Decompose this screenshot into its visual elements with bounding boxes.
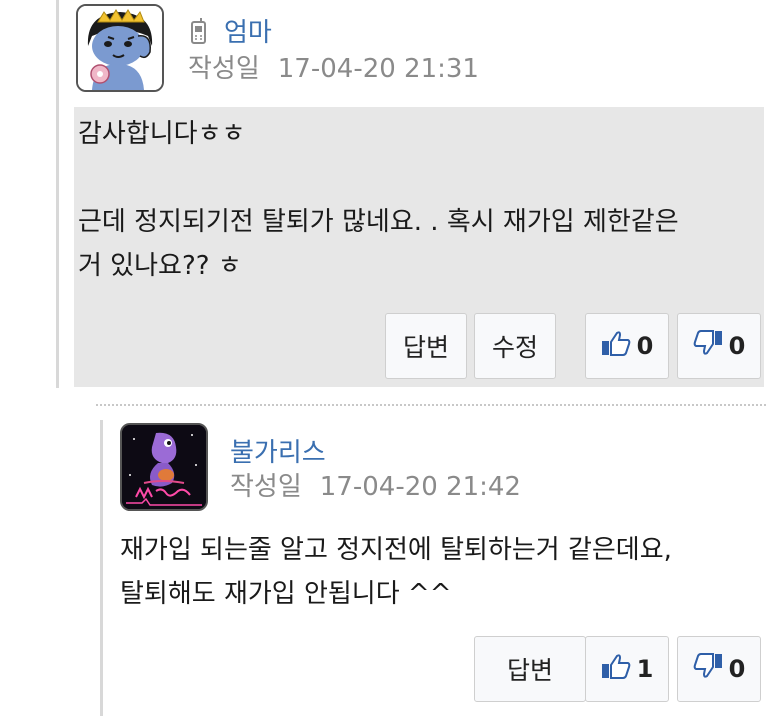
edit-button-label: 수정: [491, 333, 538, 362]
comment-line: 재가입 되는줄 알고 정지전에 탈퇴하는거 같은데요,: [120, 535, 672, 565]
date-label: 작성일: [188, 54, 260, 84]
reply-button-label: 답변: [506, 656, 553, 685]
reply-button[interactable]: 답변: [385, 313, 467, 379]
author-name-link[interactable]: 불가리스: [230, 432, 326, 469]
dislike-count: 0: [728, 332, 746, 360]
like-button[interactable]: 1: [585, 636, 669, 702]
reply-button-label: 답변: [402, 333, 449, 362]
character-avatar-icon: [78, 6, 162, 90]
reply-thread-line: [100, 420, 103, 716]
date-value: 17-04-20 21:31: [277, 54, 479, 84]
phone-icon: [188, 17, 210, 45]
dislike-count: 0: [728, 655, 746, 683]
comment-line: 탈퇴해도 재가입 안됩니다 ^^: [120, 579, 452, 609]
dislike-button[interactable]: 0: [677, 313, 761, 379]
reply-divider: [96, 404, 766, 406]
comment-author: 엄마: [188, 12, 272, 49]
reply-button[interactable]: 답변: [474, 636, 586, 702]
avatar[interactable]: [120, 423, 208, 511]
thumbs-down-icon: [693, 330, 723, 362]
thread-line: [56, 0, 59, 388]
author-name-link[interactable]: 엄마: [224, 12, 272, 49]
thumbs-down-icon: [693, 653, 723, 685]
like-count: 1: [636, 655, 654, 683]
edit-button[interactable]: 수정: [474, 313, 556, 379]
comment-line: 근데 정지되기전 탈퇴가 많네요. . 혹시 재가입 제한같은: [78, 207, 679, 237]
avatar[interactable]: [76, 4, 164, 92]
like-count: 0: [636, 332, 654, 360]
comment-line: 거 있나요?? ㅎ: [78, 251, 242, 281]
character-avatar-icon: [122, 425, 206, 509]
comment-thread: 엄마 작성일 17-04-20 21:31 감사합니다ㅎㅎ 근데 정지되기전 탈퇴…: [0, 0, 780, 716]
comment-blank-line: [78, 156, 768, 200]
comment-body: 재가입 되는줄 알고 정지전에 탈퇴하는거 같은데요, 탈퇴해도 재가입 안됩니…: [120, 528, 770, 616]
comment-date: 작성일 17-04-20 21:31: [188, 48, 479, 85]
thumbs-up-icon: [601, 653, 631, 685]
comment-date: 작성일 17-04-20 21:42: [230, 466, 521, 503]
thumbs-up-icon: [601, 330, 631, 362]
date-value: 17-04-20 21:42: [319, 472, 521, 502]
like-button[interactable]: 0: [585, 313, 669, 379]
date-label: 작성일: [230, 472, 302, 502]
comment-body: 감사합니다ㅎㅎ 근데 정지되기전 탈퇴가 많네요. . 혹시 재가입 제한같은 …: [78, 112, 768, 288]
comment-author: 불가리스: [230, 432, 326, 469]
dislike-button[interactable]: 0: [677, 636, 761, 702]
comment-line: 감사합니다ㅎㅎ: [78, 119, 246, 149]
